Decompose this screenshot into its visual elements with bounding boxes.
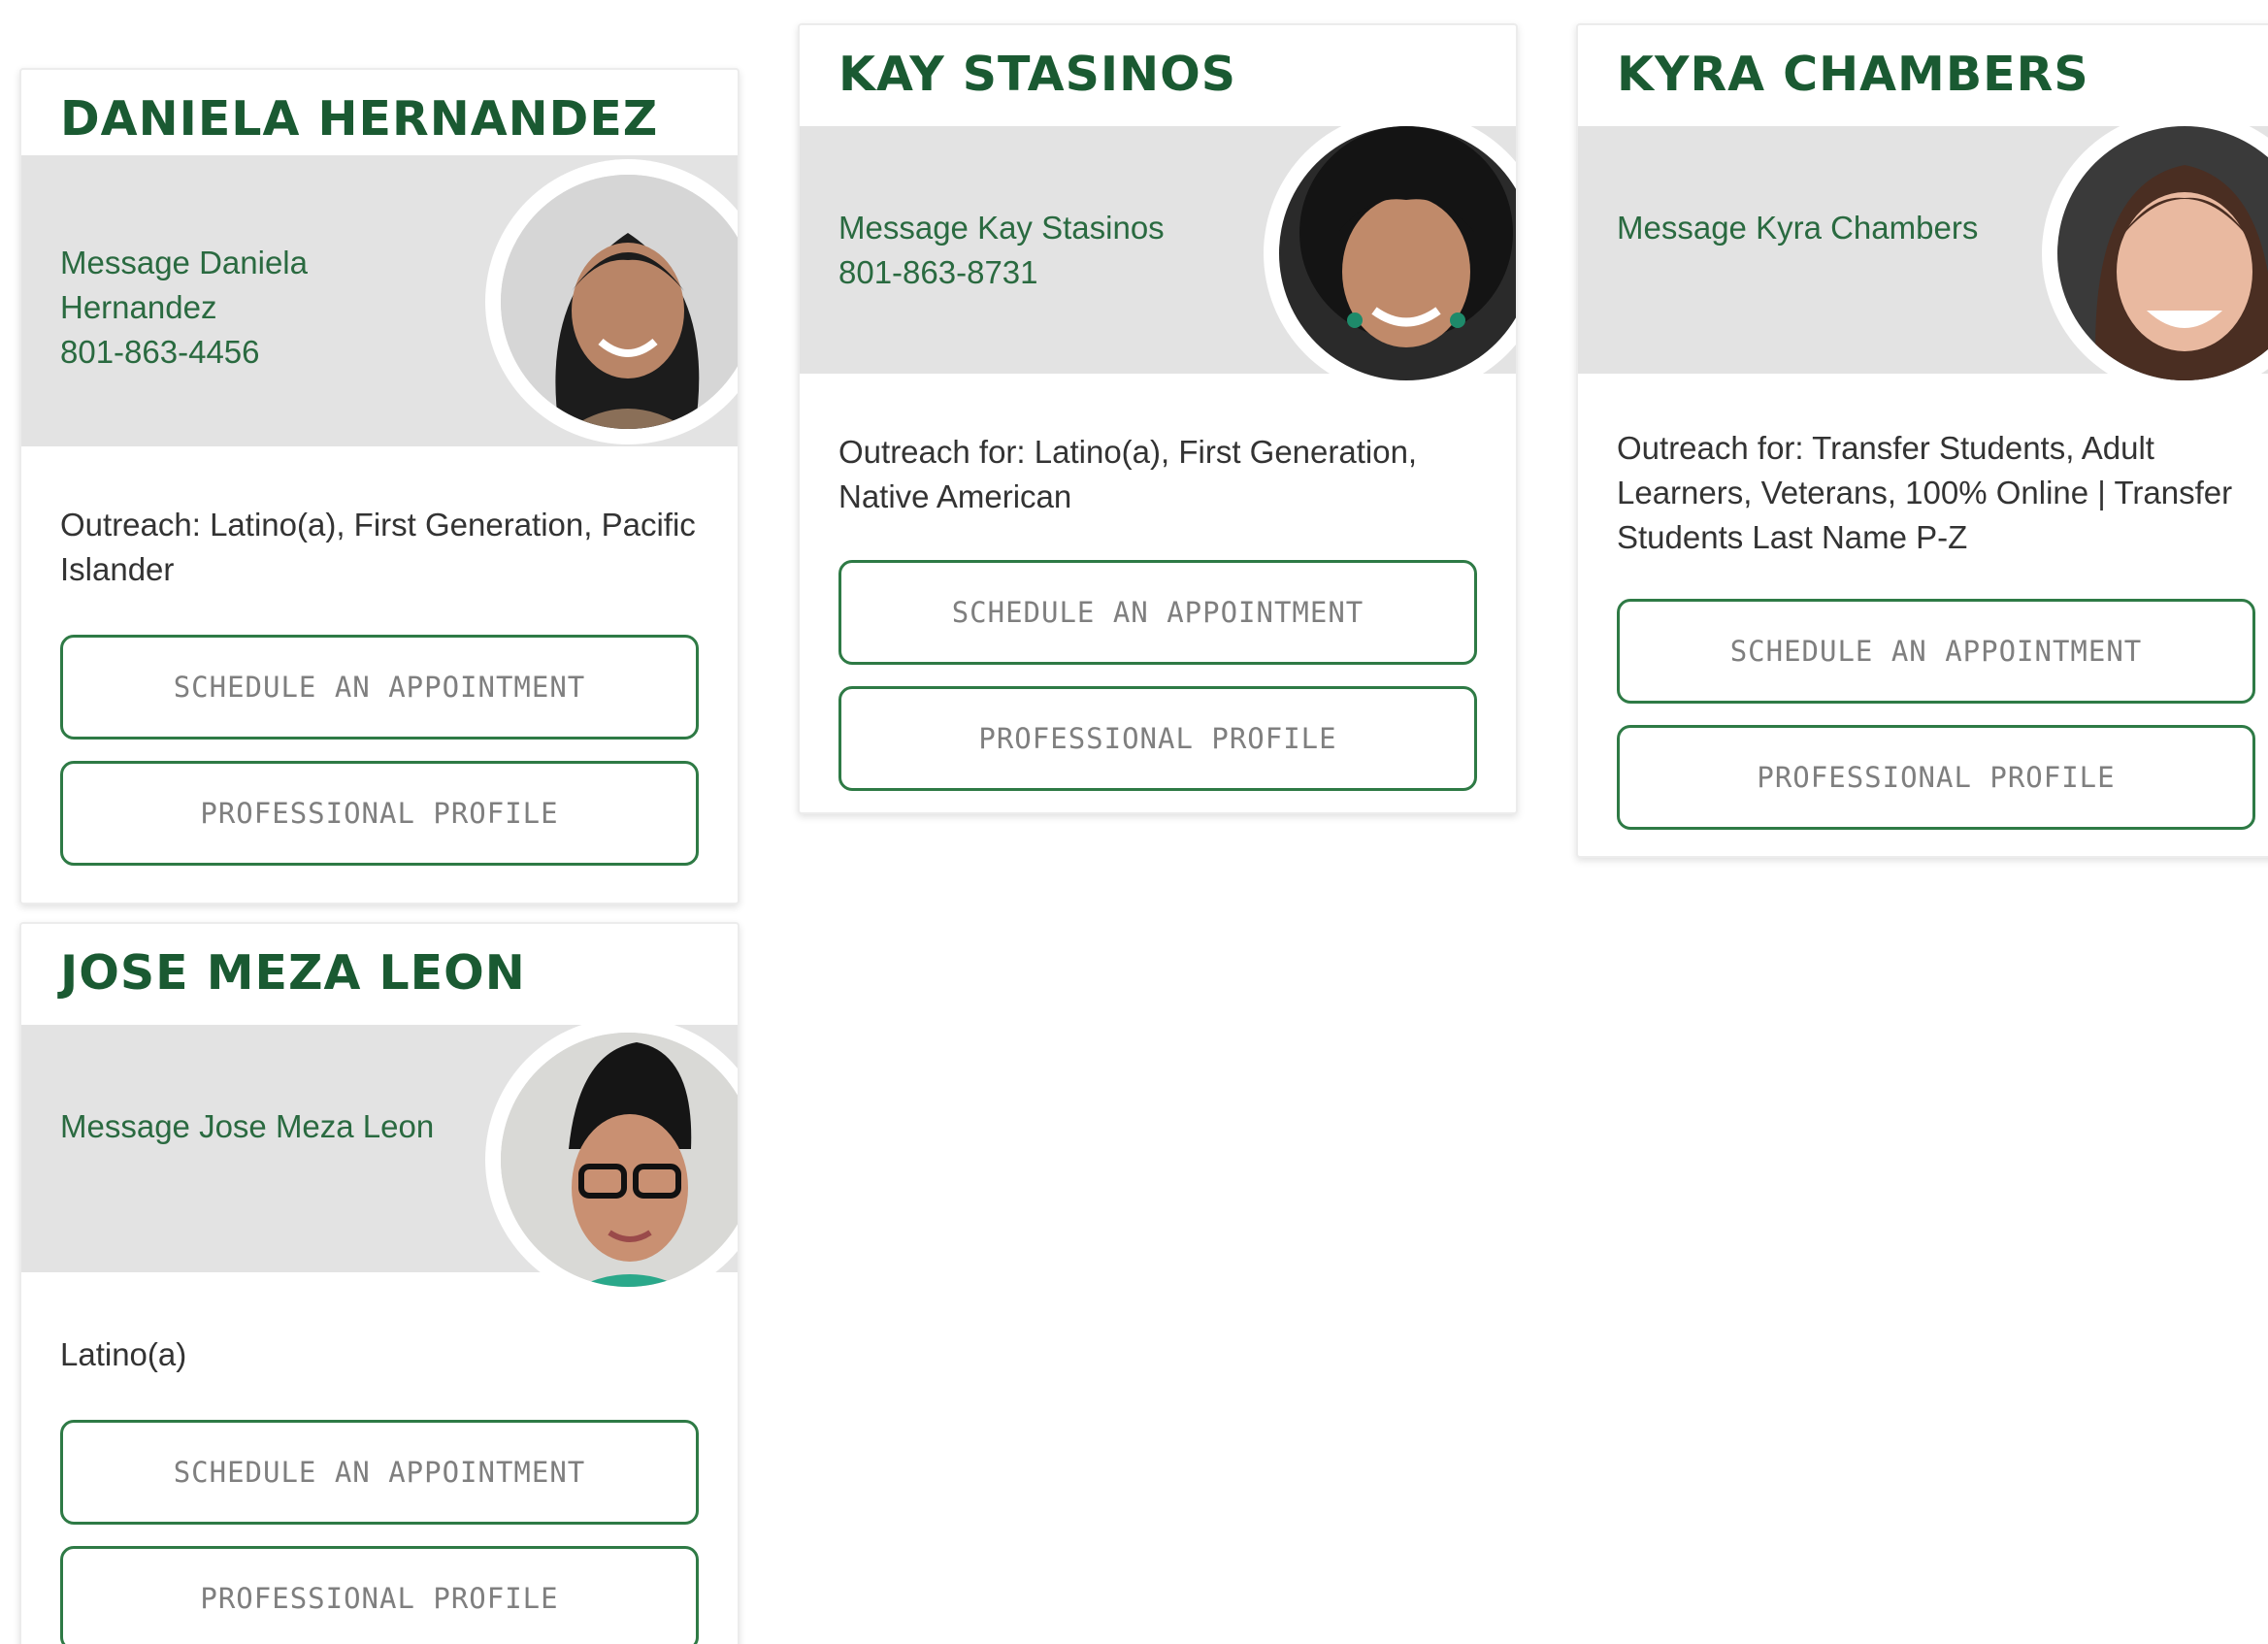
schedule-appointment-button[interactable]: SCHEDULE AN APPOINTMENT (1617, 599, 2255, 704)
advisor-card: KAY STASINOS Message Kay Stasinos 801-86… (798, 23, 1518, 814)
outreach-text: Latino(a) (60, 1336, 187, 1372)
professional-profile-button[interactable]: PROFESSIONAL PROFILE (838, 686, 1477, 791)
advisor-card: KYRA CHAMBERS Message Kyra Chambers Outr… (1576, 23, 2268, 858)
professional-profile-button[interactable]: PROFESSIONAL PROFILE (60, 1546, 699, 1644)
contact-band: Message Jose Meza Leon (21, 1017, 738, 1302)
message-link[interactable]: Message Kyra Chambers (1617, 206, 2022, 250)
avatar-photo (1279, 126, 1516, 380)
professional-profile-button[interactable]: PROFESSIONAL PROFILE (1617, 725, 2255, 830)
avatar-frame (1264, 111, 1516, 396)
message-link[interactable]: Message Kay Stasinos (838, 206, 1244, 250)
phone-link[interactable]: 801-863-8731 (838, 250, 1244, 295)
avatar (501, 175, 738, 429)
message-link[interactable]: Message Daniela Hernandez (60, 241, 466, 330)
avatar-photo (2057, 126, 2268, 380)
outreach-text: Outreach for: Latino(a), First Generatio… (838, 434, 1418, 514)
avatar (501, 1033, 738, 1287)
outreach-text: Outreach: Latino(a), First Generation, P… (60, 507, 696, 587)
schedule-appointment-button[interactable]: SCHEDULE AN APPOINTMENT (60, 1420, 699, 1525)
avatar-frame (2042, 111, 2268, 396)
avatar-frame (485, 1017, 738, 1302)
advisor-card: JOSE MEZA LEON Message Jose Meza Leon La… (19, 922, 740, 1644)
avatar (1279, 126, 1516, 380)
advisor-directory: DANIELA HERNANDEZ Message Daniela Hernan… (0, 0, 2268, 1644)
contact-band: Message Kay Stasinos 801-863-8731 (800, 111, 1516, 396)
advisor-card: DANIELA HERNANDEZ Message Daniela Hernan… (19, 68, 740, 904)
phone-link[interactable]: 801-863-4456 (60, 330, 466, 375)
schedule-appointment-button[interactable]: SCHEDULE AN APPOINTMENT (60, 635, 699, 740)
avatar (2057, 126, 2268, 380)
avatar-frame (485, 159, 738, 444)
avatar-photo (501, 175, 738, 429)
outreach-text: Outreach for: Transfer Students, Adult L… (1617, 430, 2233, 555)
professional-profile-button[interactable]: PROFESSIONAL PROFILE (60, 761, 699, 866)
advisor-name: DANIELA HERNANDEZ (60, 91, 659, 147)
schedule-appointment-button[interactable]: SCHEDULE AN APPOINTMENT (838, 560, 1477, 665)
message-link[interactable]: Message Jose Meza Leon (60, 1104, 466, 1149)
advisor-name: JOSE MEZA LEON (60, 945, 526, 1001)
contact-band: Message Daniela Hernandez 801-863-4456 (21, 155, 738, 446)
avatar-photo (501, 1033, 738, 1287)
contact-band: Message Kyra Chambers (1578, 111, 2268, 396)
